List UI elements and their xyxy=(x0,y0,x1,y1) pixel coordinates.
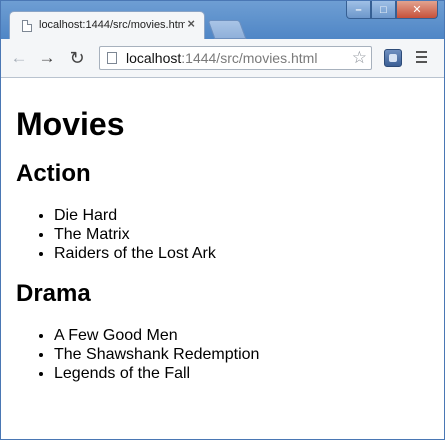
page-content: Movies Action Die Hard The Matrix Raider… xyxy=(1,78,444,383)
page-title: Movies xyxy=(16,106,125,142)
bookmark-star-icon[interactable]: ☆ xyxy=(352,48,367,68)
url-path: :1444/src/movies.html xyxy=(181,50,318,66)
window-controls: – □ ✕ xyxy=(346,1,438,19)
list-item: Legends of the Fall xyxy=(54,364,429,383)
list-item: Die Hard xyxy=(54,206,429,225)
close-tab-icon[interactable]: × xyxy=(187,17,195,31)
list-item: Raiders of the Lost Ark xyxy=(54,244,429,263)
minimize-button[interactable]: – xyxy=(346,1,371,19)
page-icon xyxy=(107,52,117,64)
title-bar: localhost:1444/src/movies.html × – □ ✕ xyxy=(1,1,444,39)
section-heading-drama: Drama xyxy=(16,280,91,307)
maximize-button[interactable]: □ xyxy=(371,1,396,19)
address-bar[interactable]: localhost:1444/src/movies.html ☆ xyxy=(99,46,372,70)
menu-icon[interactable] xyxy=(416,51,427,66)
browser-toolbar: ← → ↻ localhost:1444/src/movies.html ☆ xyxy=(1,39,444,78)
action-movie-list: Die Hard The Matrix Raiders of the Lost … xyxy=(16,206,429,263)
list-item: The Matrix xyxy=(54,225,429,244)
tab-title: localhost:1444/src/movies.html xyxy=(39,19,185,31)
list-item: The Shawshank Redemption xyxy=(54,345,429,364)
list-item: A Few Good Men xyxy=(54,326,429,345)
forward-arrow-icon[interactable]: → xyxy=(37,48,57,68)
browser-window: localhost:1444/src/movies.html × – □ ✕ ←… xyxy=(0,0,445,440)
drama-movie-list: A Few Good Men The Shawshank Redemption … xyxy=(16,326,429,383)
back-arrow-icon[interactable]: ← xyxy=(9,48,29,68)
extension-icon[interactable] xyxy=(384,49,402,67)
page-icon xyxy=(22,20,32,32)
browser-tab[interactable]: localhost:1444/src/movies.html × xyxy=(9,11,205,39)
close-window-button[interactable]: ✕ xyxy=(396,1,438,19)
url-host: localhost xyxy=(126,50,182,66)
new-tab-button[interactable] xyxy=(207,20,247,39)
url-text[interactable]: localhost:1444/src/movies.html xyxy=(126,50,317,66)
section-heading-action: Action xyxy=(16,160,91,187)
reload-icon[interactable]: ↻ xyxy=(67,48,87,68)
